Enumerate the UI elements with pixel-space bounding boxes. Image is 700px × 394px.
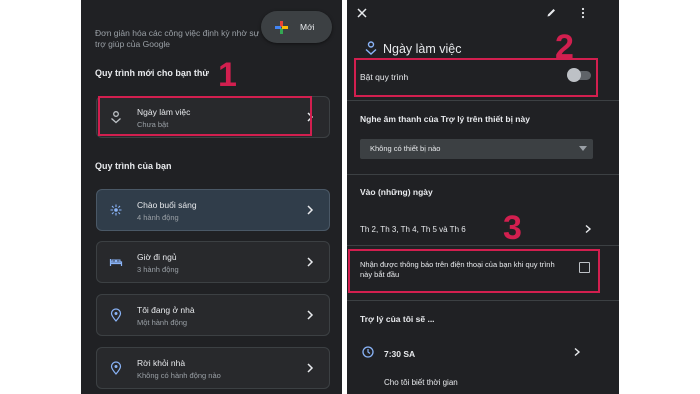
annotation-number-1: 1	[218, 56, 237, 94]
new-routine-label: Mới	[300, 22, 315, 32]
location-icon	[110, 361, 122, 375]
routine-title: Ngày làm việc	[383, 42, 462, 56]
new-routine-button[interactable]: Mới	[261, 11, 332, 43]
highlight-box-1	[98, 96, 312, 136]
routine-title: Giờ đi ngủ	[137, 252, 177, 262]
intro-text: Đơn giản hóa các công việc định kỳ nhờ s…	[95, 28, 260, 49]
chevron-right-icon	[307, 363, 314, 373]
chevron-right-icon	[307, 257, 314, 267]
days-value[interactable]: Th 2, Th 3, Th 4, Th 5 và Th 6	[360, 225, 466, 234]
highlight-box-3	[348, 249, 600, 293]
dropdown-arrow-icon	[579, 146, 587, 151]
suggested-routines-heading: Quy trình mới cho bạn thử	[95, 68, 209, 78]
routine-action-count: Một hành động	[137, 318, 188, 327]
routine-detail-screen: Ngày làm việc Bật quy trình Nghe âm than…	[347, 0, 619, 394]
divider	[347, 245, 619, 246]
clock-icon	[362, 346, 374, 358]
audio-device-select[interactable]: Không có thiết bị nào	[360, 139, 593, 159]
routine-card-good-morning[interactable]: Chào buổi sáng 4 hành động	[96, 189, 330, 231]
routines-list-screen: Đơn giản hóa các công việc định kỳ nhờ s…	[81, 0, 342, 394]
routine-card-leaving-home[interactable]: Rời khỏi nhà Không có hành động nào	[96, 347, 330, 389]
audio-device-heading: Nghe âm thanh của Trợ lý trên thiết bị n…	[360, 114, 530, 124]
routine-action-count: 4 hành động	[137, 213, 179, 222]
days-heading: Vào (những) ngày	[360, 187, 433, 197]
routine-action-count: 3 hành động	[137, 265, 179, 274]
annotation-number-3: 3	[503, 209, 522, 247]
close-icon[interactable]	[357, 8, 367, 18]
divider	[347, 100, 619, 101]
divider	[347, 174, 619, 175]
chevron-right-icon[interactable]	[573, 347, 581, 357]
select-value: Không có thiết bị nào	[370, 144, 441, 153]
annotation-number-2: 2	[555, 28, 574, 66]
routine-action-count: Không có hành động nào	[137, 371, 221, 380]
divider	[347, 300, 619, 301]
more-vert-icon[interactable]	[580, 7, 586, 19]
plus-icon	[275, 20, 288, 34]
routine-title: Chào buổi sáng	[137, 200, 197, 210]
routine-title: Tôi đang ở nhà	[137, 305, 195, 315]
routine-card-bedtime[interactable]: Giờ đi ngủ 3 hành động	[96, 241, 330, 283]
assistant-actions-heading: Trợ lý của tôi sẽ ...	[360, 314, 435, 324]
action-time[interactable]: 7:30 SA	[384, 349, 415, 359]
chevron-right-icon	[307, 205, 314, 215]
routine-card-at-home[interactable]: Tôi đang ở nhà Một hành động	[96, 294, 330, 336]
edit-pencil-icon[interactable]	[546, 7, 557, 18]
action-description: Cho tôi biết thời gian	[384, 378, 458, 387]
location-icon	[110, 308, 122, 322]
work-icon	[365, 41, 377, 55]
sunrise-icon	[110, 204, 122, 216]
chevron-right-icon[interactable]	[584, 224, 592, 234]
routine-title: Rời khỏi nhà	[137, 358, 186, 368]
bed-icon	[109, 259, 123, 266]
your-routines-heading: Quy trình của bạn	[95, 161, 172, 171]
chevron-right-icon	[307, 310, 314, 320]
